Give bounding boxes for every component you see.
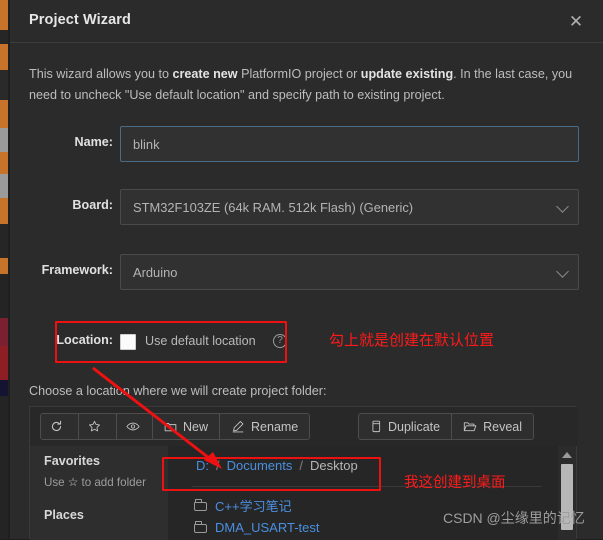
- preview-button[interactable]: [117, 414, 155, 439]
- use-default-location-label: Use default location: [145, 334, 256, 348]
- reveal-button[interactable]: Reveal: [452, 414, 534, 439]
- toolbar-group-edit: New Rename: [152, 413, 311, 440]
- framework-select[interactable]: Arduino: [120, 254, 579, 290]
- breadcrumb-segment-documents[interactable]: Documents: [227, 458, 293, 473]
- star-icon: ☆: [67, 476, 79, 489]
- refresh-icon: [51, 420, 62, 432]
- favorites-hint-pre: Use: [44, 476, 68, 489]
- form-row-location: Location: Use default location ?: [10, 322, 603, 364]
- intro-part-1: This wizard allows you to: [29, 67, 173, 81]
- pencil-icon: [232, 421, 244, 433]
- scroll-up-arrow-icon[interactable]: [561, 450, 573, 460]
- use-default-location-checkbox[interactable]: [120, 334, 136, 350]
- intro-part-2: PlatformIO project or: [237, 67, 361, 81]
- form-row-name: Name: blink: [10, 126, 603, 162]
- form-row-framework: Framework: Arduino: [10, 254, 603, 290]
- file-browser-sidebar: Favorites Use ☆ to add folder Places: [30, 446, 168, 540]
- form-row-board: Board: STM32F103ZE (64k RAM. 512k Flash)…: [10, 189, 603, 225]
- name-input-value: blink: [133, 136, 160, 152]
- intro-bold-create-new: create new: [172, 67, 238, 81]
- board-select-value: STM32F103ZE (64k RAM. 512k Flash) (Gener…: [133, 199, 414, 215]
- intro-paragraph: This wizard allows you to create new Pla…: [29, 64, 577, 106]
- new-button[interactable]: New: [153, 414, 221, 439]
- star-icon: [89, 420, 100, 432]
- name-label: Name:: [74, 135, 114, 149]
- annotation-text-location: 勾上就是创建在默认位置: [329, 331, 495, 349]
- intro-bold-update-existing: update existing: [360, 67, 454, 81]
- favorites-hint-post: to add folder: [78, 476, 146, 489]
- refresh-button[interactable]: [41, 414, 79, 439]
- dialog-titlebar: Project Wizard ✕: [10, 0, 603, 43]
- duplicate-button[interactable]: Duplicate: [359, 414, 453, 439]
- name-input[interactable]: blink: [120, 126, 579, 162]
- list-item[interactable]: DMA_USART-test: [194, 520, 320, 535]
- location-label: Location:: [56, 333, 113, 347]
- rename-button[interactable]: Rename: [220, 414, 310, 439]
- list-item-label: C++学习笔记: [215, 499, 292, 514]
- project-wizard-dialog: Project Wizard ✕ This wizard allows you …: [10, 0, 603, 540]
- breadcrumb-segment-drive[interactable]: D:: [196, 458, 209, 473]
- board-label: Board:: [72, 198, 113, 212]
- list-item-label: DMA_USART-test: [215, 520, 320, 535]
- places-title: Places: [44, 508, 84, 522]
- reveal-button-label: Reveal: [483, 419, 523, 434]
- eye-icon: [126, 422, 140, 431]
- watermark: CSDN @尘缘里的记忆: [443, 510, 585, 526]
- breadcrumb: D: / Documents / Desktop: [196, 458, 358, 473]
- chevron-down-icon: [556, 200, 569, 213]
- breadcrumb-segment-desktop[interactable]: Desktop: [310, 458, 358, 473]
- breadcrumb-separator: /: [216, 458, 220, 473]
- annotation-text-desktop: 我这创建到桌面: [404, 475, 506, 491]
- list-item[interactable]: C++学习笔记: [194, 496, 292, 515]
- background-editor-strip: [0, 0, 10, 539]
- favorites-title: Favorites: [44, 454, 100, 468]
- toolbar-group-more: Duplicate Reveal: [358, 413, 535, 440]
- close-icon[interactable]: ✕: [563, 8, 589, 34]
- rename-button-label: Rename: [251, 419, 299, 434]
- file-browser-toolbar: New Rename Duplicate Reveal: [30, 407, 578, 446]
- board-select[interactable]: STM32F103ZE (64k RAM. 512k Flash) (Gener…: [120, 189, 579, 225]
- chevron-down-icon: [556, 265, 569, 278]
- favorites-hint: Use ☆ to add folder: [44, 475, 146, 489]
- new-folder-icon: [164, 423, 177, 432]
- framework-select-value: Arduino: [133, 264, 178, 280]
- toolbar-group-nav: [40, 413, 156, 440]
- choose-location-label: Choose a location where we will create p…: [29, 384, 327, 398]
- duplicate-icon: [372, 420, 381, 433]
- breadcrumb-separator: /: [299, 458, 303, 473]
- new-button-label: New: [183, 419, 209, 434]
- framework-label: Framework:: [41, 263, 113, 277]
- page-title: Project Wizard: [29, 12, 131, 28]
- help-icon[interactable]: ?: [273, 334, 287, 348]
- folder-icon: [194, 521, 207, 533]
- duplicate-button-label: Duplicate: [388, 419, 441, 434]
- favorite-button[interactable]: [79, 414, 117, 439]
- open-folder-icon: [463, 422, 477, 432]
- folder-icon: [194, 499, 207, 511]
